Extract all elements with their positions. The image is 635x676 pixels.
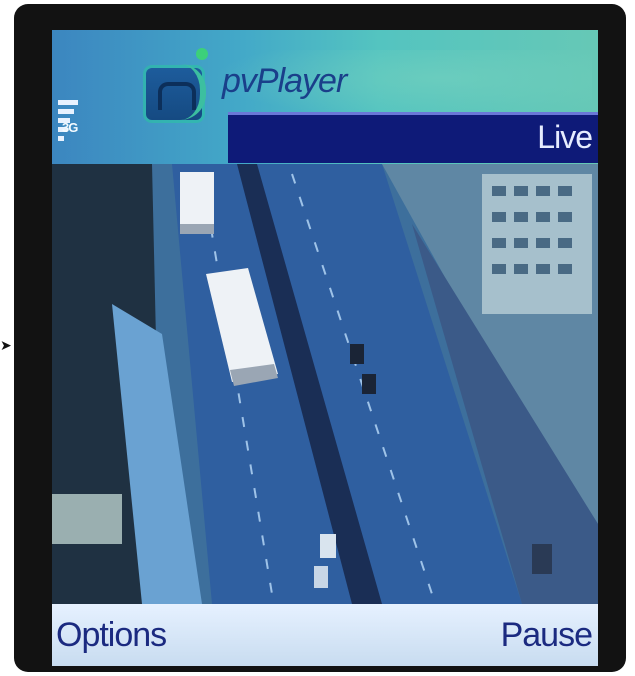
- softkey-bar: Options Pause: [52, 604, 598, 666]
- options-softkey[interactable]: Options: [56, 616, 167, 655]
- logo-dot: [196, 48, 208, 60]
- glare: [52, 494, 122, 544]
- signal-bar: [58, 109, 74, 114]
- video-viewport[interactable]: [52, 164, 598, 604]
- car: [314, 566, 328, 588]
- pause-softkey[interactable]: Pause: [501, 616, 593, 655]
- logo-arc: [180, 64, 206, 120]
- car: [362, 374, 376, 394]
- car: [350, 344, 364, 364]
- network-type-badge: 3G: [62, 120, 78, 135]
- car: [320, 534, 336, 558]
- app-title: pvPlayer: [222, 62, 347, 100]
- app-header: 3G pvPlayer Live: [52, 30, 598, 164]
- signal-bar: [58, 136, 64, 141]
- live-status-label: Live: [537, 119, 593, 155]
- car: [532, 544, 552, 574]
- pointer-arrow-icon: ➤: [0, 337, 12, 353]
- video-frame: [52, 164, 598, 604]
- stream-status-bar: Live: [228, 112, 598, 163]
- signal-bar: [58, 100, 78, 105]
- bus: [180, 172, 214, 234]
- phone-screen: 3G pvPlayer Live Options Pause: [52, 30, 598, 666]
